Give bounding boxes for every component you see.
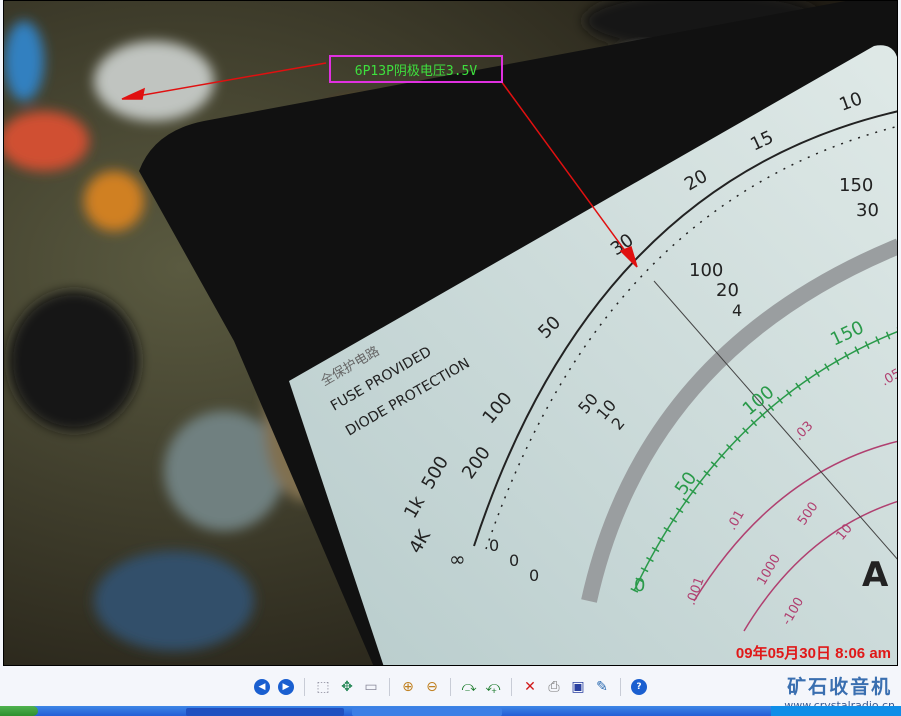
zoom-out-button[interactable]: ⊖ — [421, 676, 443, 698]
separator — [304, 678, 305, 696]
taskbar — [0, 706, 901, 716]
actual-size-icon: ✥ — [341, 679, 353, 695]
best-fit-icon: ⬚ — [316, 679, 330, 695]
previous-image-button[interactable]: ◀ — [251, 676, 273, 698]
actual-size-button[interactable]: ✥ — [336, 676, 358, 698]
help-icon: ? — [631, 679, 647, 695]
slideshow-button[interactable]: ▭ — [360, 676, 382, 698]
svg-text:30: 30 — [856, 200, 879, 221]
photo-timestamp: 09年05月30日 8:06 am — [735, 645, 891, 662]
edit-icon: ✎ — [596, 679, 608, 695]
best-fit-button[interactable]: ⬚ — [312, 676, 334, 698]
delete-button[interactable]: ✕ — [519, 676, 541, 698]
zoom-in-icon: ⊕ — [402, 679, 414, 695]
edit-button[interactable]: ✎ — [591, 676, 613, 698]
photo: FUSE PROVIDED DIODE PROTECTION 全保护电路 ∞ 4… — [3, 0, 898, 666]
prev-icon: ◀ — [254, 679, 270, 695]
taskbar-button[interactable] — [186, 708, 344, 716]
save-icon: ▣ — [571, 679, 585, 695]
separator — [450, 678, 451, 696]
rotate-counterclockwise-button[interactable]: ⤽ — [482, 676, 504, 698]
svg-text:4: 4 — [732, 301, 742, 320]
start-button[interactable] — [0, 706, 38, 716]
svg-text:A: A — [862, 555, 889, 595]
separator — [511, 678, 512, 696]
separator — [389, 678, 390, 696]
system-tray — [771, 706, 901, 716]
rotate-ccw-icon: ⤽ — [485, 679, 501, 695]
print-icon: ⎙ — [548, 679, 560, 695]
watermark-title: 矿石收音机 — [787, 676, 893, 698]
next-image-button[interactable]: ▶ — [275, 676, 297, 698]
delete-icon: ✕ — [524, 679, 536, 695]
svg-text:0: 0 — [529, 566, 539, 585]
svg-text:∞: ∞ — [449, 547, 466, 571]
zoom-in-button[interactable]: ⊕ — [397, 676, 419, 698]
save-button[interactable]: ▣ — [567, 676, 589, 698]
zoom-out-icon: ⊖ — [426, 679, 438, 695]
next-icon: ▶ — [278, 679, 294, 695]
svg-text:20: 20 — [716, 280, 739, 301]
svg-text:0: 0 — [509, 551, 519, 570]
annotation-label: 6P13P阴极电压3.5V — [329, 55, 503, 83]
slideshow-icon: ▭ — [364, 679, 378, 695]
photo-scene: FUSE PROVIDED DIODE PROTECTION 全保护电路 ∞ 4… — [4, 1, 897, 665]
viewer-toolbar: ◀ ▶ ⬚ ✥ ▭ ⊕ ⊖ ⤼ ⤽ ✕ ⎙ ▣ ✎ ? — [0, 667, 901, 707]
svg-text:0: 0 — [489, 536, 499, 555]
svg-text:0: 0 — [634, 575, 645, 596]
help-button[interactable]: ? — [628, 676, 650, 698]
svg-text:150: 150 — [839, 175, 873, 196]
rotate-clockwise-button[interactable]: ⤼ — [458, 676, 480, 698]
separator — [620, 678, 621, 696]
svg-text:100: 100 — [689, 260, 723, 281]
rotate-cw-icon: ⤼ — [461, 679, 477, 695]
taskbar-button[interactable] — [352, 708, 502, 716]
print-button[interactable]: ⎙ — [543, 676, 565, 698]
image-viewer: FUSE PROVIDED DIODE PROTECTION 全保护电路 ∞ 4… — [0, 0, 901, 666]
